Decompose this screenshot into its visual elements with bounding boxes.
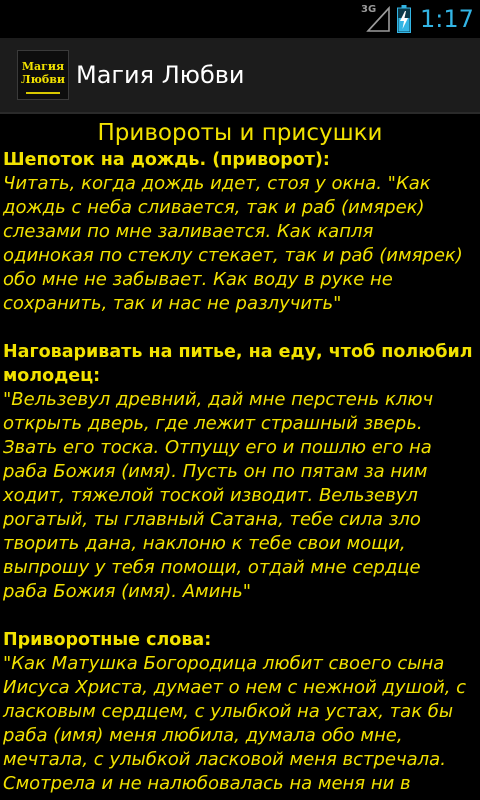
battery-charging-icon <box>397 5 411 33</box>
status-bar: 3G 1:17 <box>0 0 480 38</box>
app-logo-line2: Любви <box>20 73 66 86</box>
section-title: Наговаривать на питье, на еду, чтоб полю… <box>3 342 473 386</box>
app-logo-icon[interactable]: Магия Любви <box>17 50 69 100</box>
section-text: Читать, когда дождь идет, стоя у окна. "… <box>3 173 463 314</box>
action-bar: Магия Любви Магия Любви <box>0 38 480 114</box>
content-scroll-area[interactable]: Привороты и присушки Шепоток на дождь. (… <box>0 114 480 800</box>
logo-underline <box>26 92 60 94</box>
section-love-words: Приворотные слова: "Как Матушка Богороди… <box>0 628 480 796</box>
app-title: Магия Любви <box>76 61 245 89</box>
page-heading: Привороты и присушки <box>97 120 383 146</box>
app-logo-line1: Магия <box>21 60 65 73</box>
section-rain-whisper: Шепоток на дождь. (приворот): Читать, ко… <box>0 148 480 316</box>
section-text: "Как Матушка Богородица любит своего сын… <box>3 653 467 794</box>
section-text: "Вельзевул древний, дай мне перстень клю… <box>3 389 434 602</box>
section-title: Приворотные слова: <box>3 630 212 650</box>
signal-icon <box>366 6 390 32</box>
clock: 1:17 <box>420 5 474 33</box>
section-title: Шепоток на дождь. (приворот): <box>3 150 330 170</box>
section-food-drink-spell: Наговаривать на питье, на еду, чтоб полю… <box>0 340 480 604</box>
